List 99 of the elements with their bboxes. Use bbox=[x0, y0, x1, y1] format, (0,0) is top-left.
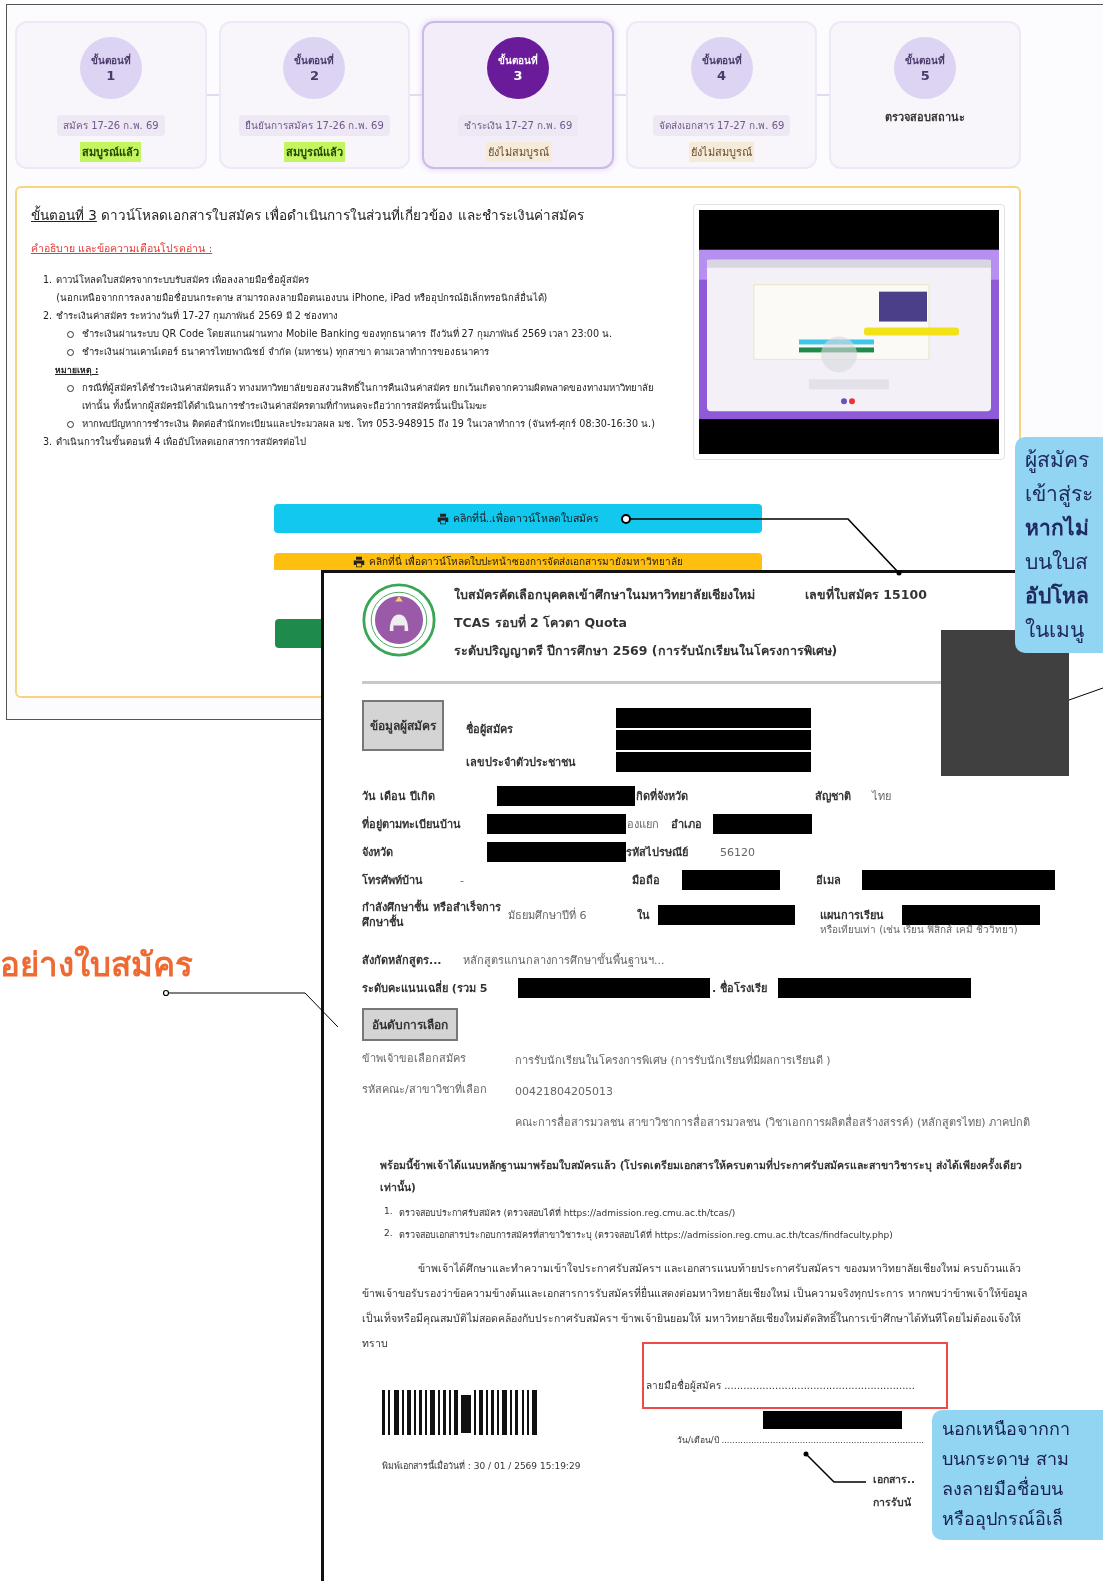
field-label: จังหวัด bbox=[362, 845, 394, 861]
field-value: การรับนักเรียนในโครงการพิเศษ (การรับนักเรียนที่มีผลการเรียนดี ) bbox=[515, 1051, 832, 1069]
callout-text: หรืออุปกรณ์อิเล็ bbox=[942, 1507, 1064, 1532]
callout-text: หากไม่ bbox=[1025, 514, 1090, 542]
instruction-text: (นอกเหนือจากการลงลายมือชื่อบนกระดาษ สามารถลงลายมือตนเองบน iPhone, iPad หรืออุปกรณ์อิเล็กทรอนิกส์อื่นได้) bbox=[56, 290, 548, 306]
instruction-text: ดาวน์โหลดใบสมัครจากระบบรับสมัคร เพื่อลงลายมือชื่อผู้สมัคร bbox=[56, 272, 311, 288]
instruction-text: ดำเนินการในขั้นตอนที่ 4 เพื่ออัปโหลดเอกสารการสมัครต่อไป bbox=[56, 434, 307, 449]
list-number: 2. bbox=[43, 309, 53, 323]
step-status: ตรวจสอบสถานะ bbox=[884, 110, 967, 126]
field-label: ใน bbox=[637, 907, 651, 924]
step-card[interactable]: ขั้นตอนที่ 4 จัดส่งเอกสาร 17-27 ก.พ. 69 ยังไม่สมบูรณ์ bbox=[625, 21, 818, 169]
field-label: เลขประจำตัวประชาชน bbox=[466, 755, 577, 771]
callout-text: บนใบส bbox=[1025, 549, 1089, 576]
list-number: 1. bbox=[384, 1206, 393, 1218]
field-label: ที่อยู่ตามทะเบียนบ้าน bbox=[362, 815, 462, 833]
instruction-text: กรณีที่ผู้สมัครได้ชำระเงินค่าสมัครแล้ว ทางมหาวิทยาลัยขอสงวนสิทธิ์ในการคืนเงินค่าสมัคร ยกเว้นเกิดจากความผิดพลาดของทางมหาวิทยาลัยเท่านั้น ทั้งนี้หากผู้สมัครมิได้ดำเนินการชำระเงินค่าสมัครตามที่กำหนดจะถือว่าการสมัครนั้นเป็นโมฆะ bbox=[82, 379, 656, 414]
field-label: ข้าพเจ้าขอเลือกสมัคร bbox=[362, 1052, 466, 1065]
field-label: ชื่อผู้สมัคร bbox=[466, 720, 514, 738]
field-label: อำเภอ bbox=[671, 817, 703, 833]
field-value: องแยก bbox=[627, 817, 660, 833]
leader-line bbox=[1068, 687, 1103, 701]
field-value: ไทย bbox=[872, 789, 891, 805]
attachment-note: พร้อมนี้ข้าพเจ้าได้แนบหลักฐานมาพร้อมใบสมัครแล้ว (โปรดเตรียมเอกสารให้ครบตามที่ประกาศรับสมัครและสาขาวิชาระบุ ส่งได้เพียงครั้งเดียวเท่านั้น) bbox=[380, 1156, 1024, 1195]
printer-icon bbox=[436, 512, 449, 525]
step-date: จัดส่งเอกสาร 17-27 ก.พ. 69 bbox=[652, 115, 791, 136]
callout-text: นอกเหนือจากกา bbox=[942, 1417, 1071, 1441]
list-number: 1. bbox=[43, 273, 53, 287]
list-number: 3. bbox=[43, 435, 53, 449]
field-label: . ชื่อโรงเรีย bbox=[712, 979, 768, 997]
callout-text: ผู้สมัคร bbox=[1025, 447, 1090, 475]
field-value: หลักสูตรแกนกลางการศึกษาขั้นพื้นฐานฯ... bbox=[463, 952, 665, 969]
step-badge: ขั้นตอนที่ 3 bbox=[487, 37, 549, 99]
callout-text: เข้าสู่ระ bbox=[1025, 481, 1094, 509]
callout-text: ลงลายมือชื่อบน bbox=[942, 1475, 1064, 1501]
field-label: ระดับคะแนนเฉลี่ย (รวม 5 bbox=[362, 979, 489, 997]
print-timestamp: พิมพ์เอกสารนี้เมื่อวันที่ : 30 / 01 / 2569 15:19:29 bbox=[382, 1459, 582, 1473]
callout-text: อัปโหล bbox=[1025, 582, 1090, 610]
step-card[interactable]: ขั้นตอนที่ 2 ยืนยันการสมัคร 17-26 ก.พ. 69 สมบูรณ์แล้ว bbox=[218, 21, 411, 169]
checklist-text: ตรวจสอบเอกสารประกอบการสมัครที่สาขาวิชาระบุ (ตรวจสอบได้ที่ https://admission.reg.cmu.ac.th/tcas/findfaculty.php) bbox=[398, 1228, 893, 1242]
application-number: เลขที่ใบสมัคร 15100 bbox=[805, 585, 927, 604]
seal-icon bbox=[362, 583, 436, 657]
callout-text: บนกระดาษ สาม bbox=[942, 1447, 1070, 1471]
field-value: มัธยมศึกษาปีที่ 6 bbox=[508, 906, 588, 924]
step-badge: ขั้นตอนที่ 4 bbox=[690, 37, 753, 99]
step-status: ยังไม่สมบูรณ์ bbox=[485, 142, 551, 162]
list-number: 2. bbox=[384, 1228, 393, 1240]
date-line: วัน/เดือน/ปี ........................................................................... bbox=[677, 1434, 925, 1447]
caption-text: อย่างใบสมัคร bbox=[0, 944, 193, 986]
instruction-text: ชำระเงินค่าสมัคร ระหว่างวันที่ 17-27 กุมภาพันธ์ 2569 มี 2 ช่องทาง bbox=[56, 308, 338, 324]
step-date: สมัคร 17-26 ก.พ. 69 bbox=[56, 115, 165, 136]
step-status: ยังไม่สมบูรณ์ bbox=[689, 142, 755, 162]
step-status: สมบูรณ์แล้ว bbox=[283, 142, 345, 162]
field-label: กำลังศึกษาชั้น หรือสำเร็จการศึกษาชั้น bbox=[362, 899, 502, 930]
step-status: สมบูรณ์แล้ว bbox=[80, 142, 142, 162]
callout-text: ในเมนู bbox=[1025, 617, 1085, 645]
download-button[interactable]: คลิกที่นี่..เพื่อดาวน์โหลดใบสมัคร bbox=[274, 504, 762, 533]
field-label: กิดที่จังหวัด bbox=[636, 787, 689, 805]
field-label: โทรศัพท์บ้าน bbox=[362, 872, 424, 889]
footer-text: เอกสาร.. bbox=[873, 1472, 915, 1487]
warning-link[interactable]: คำอธิบาย และข้อความเตือนโปรดอ่าน : bbox=[31, 240, 213, 257]
field-label: สังกัดหลักสูตร... bbox=[362, 953, 443, 969]
step-card[interactable]: ขั้นตอนที่ 3 ชำระเงิน 17-27 ก.พ. 69 ยังไม่สมบูรณ์ bbox=[422, 21, 614, 169]
step-badge: ขั้นตอนที่ 2 bbox=[283, 37, 346, 99]
form-subtitle: ระดับปริญญาตรี ปีการศึกษา 2569 (การรับนักเรียนในโครงการพิเศษ) bbox=[454, 642, 839, 660]
field-label: มือถือ bbox=[632, 873, 661, 889]
field-value: 56120 bbox=[720, 845, 755, 859]
step-badge: ขั้นตอนที่ 1 bbox=[79, 37, 142, 99]
form-subtitle: TCAS รอบที่ 2 โควตา Quota bbox=[454, 613, 628, 632]
field-value: - bbox=[460, 873, 465, 887]
field-value: 00421804205013 bbox=[515, 1084, 614, 1100]
instruction-text: ชำระเงินผ่านเคาน์เตอร์ ธนาคารไทยพาณิชย์ จำกัด (มหาชน) ทุกสาขา ตามเวลาทำการของธนาคาร bbox=[82, 345, 489, 360]
note-heading: หมายเหตุ : bbox=[54, 364, 100, 378]
instruction-text: ชำระเงินผ่านระบบ QR Code โดยสแกนผ่านทาง Mobile Banking ของทุกธนาคาร ถึงวันที่ 27 กุมภาพันธ์ 2569 เวลา 23:00 น. bbox=[82, 326, 613, 342]
checklist-text: ตรวจสอบประกาศรับสมัคร (ตรวจสอบได้ที่ https://admission.reg.cmu.ac.th/tcas/) bbox=[398, 1206, 736, 1220]
step-date: ยืนยันการสมัคร 17-26 ก.พ. 69 bbox=[239, 115, 390, 136]
signature-line: ลายมือชื่อผู้สมัคร ............................................................ bbox=[646, 1380, 915, 1391]
section-tag: อันดับการเลือก bbox=[362, 1008, 458, 1041]
step-card[interactable]: ขั้นตอนที่ 5 ตรวจสอบสถานะ bbox=[829, 21, 1021, 169]
step-badge: ขั้นตอนที่ 5 bbox=[894, 37, 957, 99]
step-date: ชำระเงิน 17-27 ก.พ. 69 bbox=[457, 115, 579, 136]
printer-icon bbox=[352, 555, 365, 568]
instruction-text: หากพบปัญหาการชำระเงิน ติดต่อสำนักทะเบียนและประมวลผล มช. โทร 053-948915 ถึง 19 ในเวลาทำการ (จันทร์-ศุกร์ 08:30-16:30 น.) bbox=[82, 417, 655, 432]
footer-text: การรับนั bbox=[873, 1495, 912, 1510]
field-label: รหัสคณะ/สาขาวิชาที่เลือก bbox=[362, 1083, 487, 1096]
leader-line bbox=[803, 1451, 867, 1483]
field-value: หรือเทียบเท่า (เช่น เรียน ฟิสิกส์ เคมี ชีววิทยา) bbox=[819, 922, 1019, 937]
declaration-text: ข้าพเจ้าได้ศึกษาและทำความเข้าใจประกาศรับสมัครฯ และเอกสารแนบท้ายประกาศรับสมัครฯ ของมหาวิทยาลัยเชียงใหม่ ครบถ้วนแล้ว ข้าพเจ้าขอรับรองว่าข้อความข้างต้นและเอกสารการรับสมัครที่ยื่นแสดงต่อมหาวิทยาลัยเชียงใหม่ เป็นความจริงทุกประการ หากพบว่าข้าพเจ้าให้ข้อมูลเป็นเท็จหรือมีคุณสมบัติไม่สอดคล้องกับประกาศรับสมัครฯ ข้าพเจ้ายินยอมให้ มหาวิทยาลัยเชียงใหม่ตัดสิทธิ์ในการเข้าศึกษาได้ทันทีโดยไม่ต้องแจ้งให้ทราบ bbox=[362, 1261, 1028, 1351]
field-value: คณะการสื่อสารมวลชน สาขาวิชาการสื่อสารมวลชน (วิชาเอกการผลิตสื่อสร้างสรรค์) (หลักสูตรไทย) ภาคปกติ bbox=[515, 1113, 1032, 1131]
form-title: ใบสมัครคัดเลือกบุคคลเข้าศึกษาในมหาวิทยาลัยเชียงใหม่ bbox=[454, 586, 755, 605]
field-label: สัญชาติ bbox=[815, 789, 852, 805]
field-label: รหัสไปรษณีย์ bbox=[626, 845, 689, 861]
field-label: แผนการเรียน bbox=[820, 907, 885, 924]
download-button[interactable]: คลิกที่นี่ เพื่อดาวน์โหลดใบปะหน้าซองการจัดส่งเอกสารมายังมหาวิทยาลัย bbox=[274, 553, 762, 570]
field-label: อีเมล bbox=[816, 873, 842, 889]
panel-title: ขั้นตอนที่ 3 ดาวน์โหลดเอกสารใบสมัคร เพื่อดำเนินการในส่วนที่เกี่ยวข้อง และชำระเงินค่าสมัคร bbox=[31, 204, 585, 225]
step-card[interactable]: ขั้นตอนที่ 1 สมัคร 17-26 ก.พ. 69 สมบูรณ์แล้ว bbox=[15, 21, 207, 169]
barcode-icon bbox=[382, 1390, 537, 1435]
section-tag: ข้อมูลผู้สมัคร bbox=[362, 700, 444, 751]
field-label: วัน เดือน ปีเกิด bbox=[362, 789, 436, 805]
